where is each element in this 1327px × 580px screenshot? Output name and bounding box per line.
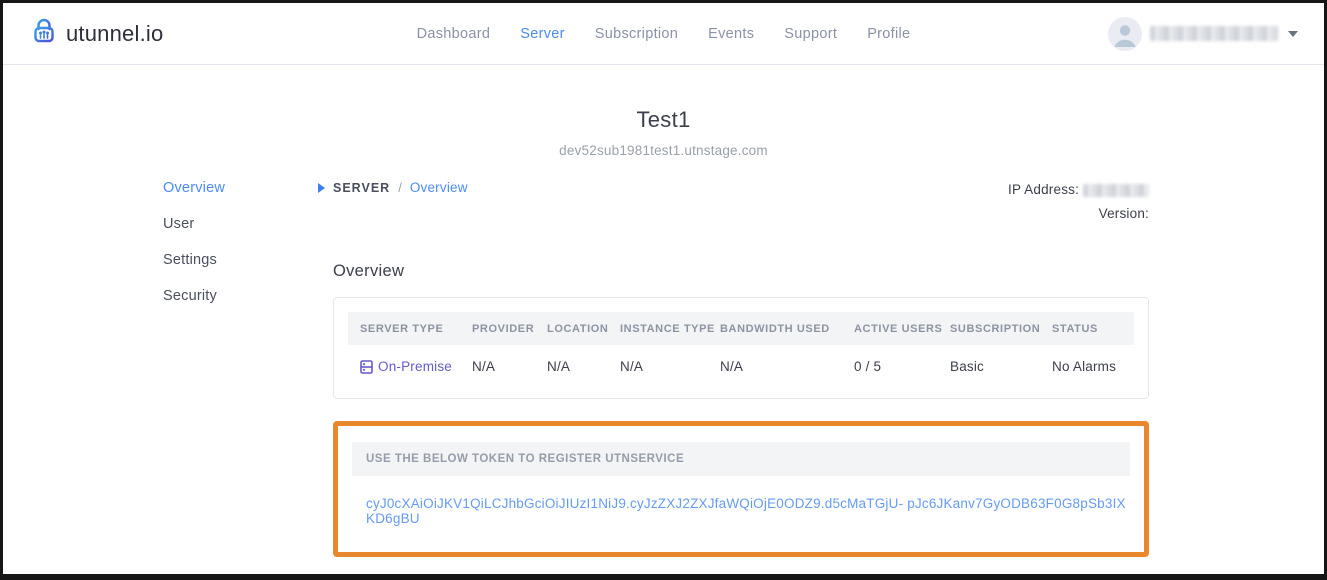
- padlock-circuit-icon: [29, 16, 59, 51]
- nav-item-events[interactable]: Events: [708, 26, 754, 42]
- breadcrumb: SERVER / Overview: [333, 178, 468, 195]
- nav-item-profile[interactable]: Profile: [867, 26, 910, 42]
- subscription-cell: Basic: [950, 359, 1052, 374]
- ip-address-label: IP Address:: [1008, 182, 1079, 197]
- col-header-provider: PROVIDER: [472, 323, 547, 335]
- breadcrumb-section: SERVER: [333, 181, 390, 195]
- sidebar-item-overview[interactable]: Overview: [163, 180, 333, 196]
- col-header-server-type: SERVER TYPE: [360, 323, 472, 335]
- breadcrumb-separator: /: [398, 180, 402, 195]
- nav-item-dashboard[interactable]: Dashboard: [417, 26, 491, 42]
- nav-item-server[interactable]: Server: [520, 26, 565, 42]
- content: Overview User Settings Security SERVER /…: [163, 178, 1149, 557]
- breadcrumb-row: SERVER / Overview IP Address: Version:: [333, 178, 1149, 226]
- col-header-status: STATUS: [1052, 323, 1122, 335]
- location-cell: N/A: [547, 359, 620, 374]
- breadcrumb-current[interactable]: Overview: [410, 180, 468, 195]
- page-head: Test1 dev52sub1981test1.utnstage.com: [3, 107, 1324, 158]
- sidebar-item-label: User: [163, 216, 194, 232]
- sidebar-item-label: Security: [163, 288, 217, 304]
- overview-heading: Overview: [333, 262, 1149, 281]
- server-type-cell[interactable]: On-Premise: [360, 359, 472, 374]
- sidebar-item-security[interactable]: Security: [163, 288, 333, 304]
- main-nav: Dashboard Server Subscription Events Sup…: [417, 26, 911, 42]
- version-line: Version:: [1008, 202, 1149, 226]
- table-row: On-Premise N/A N/A N/A N/A 0 / 5 Basic N…: [348, 345, 1134, 384]
- server-domain: dev52sub1981test1.utnstage.com: [3, 143, 1324, 158]
- provider-cell: N/A: [472, 359, 547, 374]
- token-panel: USE THE BELOW TOKEN TO REGISTER UTNSERVI…: [333, 421, 1149, 557]
- brand-name: utunnel.io: [66, 21, 163, 47]
- sidebar-item-label: Settings: [163, 252, 217, 268]
- app-window: utunnel.io Dashboard Server Subscription…: [0, 0, 1327, 580]
- token-panel-heading: USE THE BELOW TOKEN TO REGISTER UTNSERVI…: [352, 442, 1130, 476]
- col-header-bandwidth-used: BANDWIDTH USED: [720, 323, 854, 335]
- user-menu[interactable]: [1108, 17, 1298, 51]
- sidebar: Overview User Settings Security: [163, 178, 333, 557]
- nav-item-subscription[interactable]: Subscription: [595, 26, 678, 42]
- table-header-row: SERVER TYPE PROVIDER LOCATION INSTANCE T…: [348, 312, 1134, 345]
- instance-type-cell: N/A: [620, 359, 720, 374]
- server-type-link: On-Premise: [378, 359, 452, 374]
- page-title: Test1: [3, 107, 1324, 133]
- registration-token[interactable]: cyJ0cXAiOiJKV1QiLCJhbGciOiJIUzI1NiJ9.cyJ…: [366, 496, 1130, 526]
- bandwidth-used-cell: N/A: [720, 359, 854, 374]
- user-name-redacted: [1150, 26, 1278, 41]
- status-cell: No Alarms: [1052, 359, 1122, 374]
- col-header-subscription: SUBSCRIPTION: [950, 323, 1052, 335]
- sidebar-item-settings[interactable]: Settings: [163, 252, 333, 268]
- main-panel: SERVER / Overview IP Address: Version: O…: [333, 178, 1149, 557]
- sidebar-item-user[interactable]: User: [163, 216, 333, 232]
- version-label: Version:: [1099, 206, 1149, 221]
- col-header-location: LOCATION: [547, 323, 620, 335]
- avatar: [1108, 17, 1142, 51]
- active-indicator-icon: [318, 183, 325, 193]
- sidebar-item-label: Overview: [163, 180, 225, 196]
- brand-logo[interactable]: utunnel.io: [29, 16, 163, 51]
- server-meta: IP Address: Version:: [1008, 178, 1149, 226]
- top-navbar: utunnel.io Dashboard Server Subscription…: [3, 3, 1324, 65]
- col-header-active-users: ACTIVE USERS: [854, 323, 950, 335]
- chevron-down-icon: [1288, 31, 1298, 37]
- col-header-instance-type: INSTANCE TYPE: [620, 323, 720, 335]
- active-users-cell: 0 / 5: [854, 359, 950, 374]
- ip-address-line: IP Address:: [1008, 178, 1149, 202]
- ip-address-redacted: [1083, 184, 1149, 197]
- nav-item-support[interactable]: Support: [784, 26, 837, 42]
- overview-card: SERVER TYPE PROVIDER LOCATION INSTANCE T…: [333, 297, 1149, 399]
- server-rack-icon: [360, 360, 373, 374]
